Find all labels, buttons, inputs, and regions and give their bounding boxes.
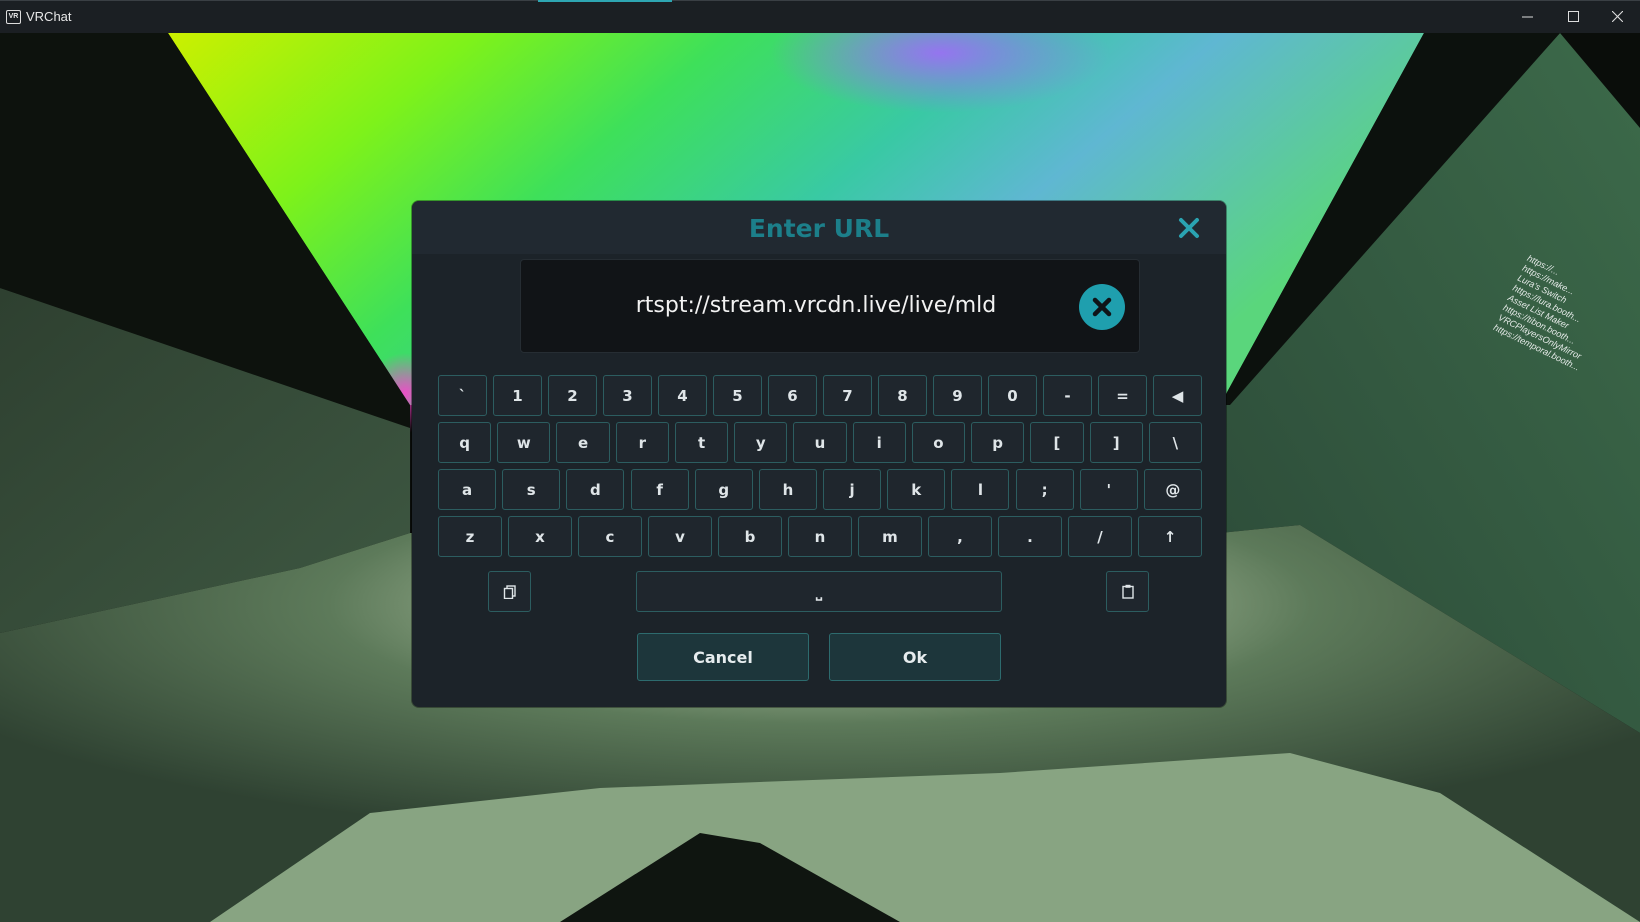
- dialog-title: Enter URL: [748, 214, 890, 243]
- key-p[interactable]: p: [971, 422, 1025, 463]
- key-d[interactable]: d: [566, 469, 625, 510]
- key-i[interactable]: i: [852, 422, 906, 463]
- key-backtick[interactable]: `: [438, 375, 487, 416]
- vrchat-icon: VR: [6, 10, 21, 24]
- key-apostrophe[interactable]: ': [1079, 469, 1138, 510]
- key-slash[interactable]: /: [1068, 516, 1132, 557]
- key-v[interactable]: v: [648, 516, 712, 557]
- copy-icon: [503, 584, 516, 599]
- maximize-icon: [1567, 11, 1579, 22]
- key-7[interactable]: 7: [823, 375, 872, 416]
- key-backslash[interactable]: \: [1148, 422, 1202, 463]
- key-z[interactable]: z: [438, 516, 502, 557]
- key-8[interactable]: 8: [878, 375, 927, 416]
- key-c[interactable]: c: [578, 516, 642, 557]
- key-n[interactable]: n: [788, 516, 852, 557]
- key-shift[interactable]: ↑: [1138, 516, 1202, 557]
- key-u[interactable]: u: [793, 422, 847, 463]
- key-f[interactable]: f: [630, 469, 689, 510]
- key-9[interactable]: 9: [933, 375, 982, 416]
- enter-url-dialog: Enter URL rtspt://stream.vrcdn.live/live…: [412, 201, 1226, 707]
- key-at[interactable]: @: [1143, 469, 1202, 510]
- key-x[interactable]: x: [508, 516, 572, 557]
- space-key[interactable]: ⎵: [636, 571, 1002, 612]
- key-k[interactable]: k: [887, 469, 946, 510]
- key-semicolon[interactable]: ;: [1015, 469, 1074, 510]
- key-l[interactable]: l: [951, 469, 1010, 510]
- key-right-bracket[interactable]: ]: [1089, 422, 1143, 463]
- close-icon: [1179, 218, 1199, 238]
- key-period[interactable]: .: [998, 516, 1062, 557]
- cancel-button[interactable]: Cancel: [637, 633, 809, 681]
- key-y[interactable]: y: [734, 422, 788, 463]
- key-o[interactable]: o: [911, 422, 966, 463]
- window-titlebar: VR VRChat: [0, 0, 1640, 33]
- copy-button[interactable]: [488, 571, 531, 612]
- key-0[interactable]: 0: [988, 375, 1037, 416]
- key-left-bracket[interactable]: [: [1030, 422, 1084, 463]
- key-4[interactable]: 4: [658, 375, 707, 416]
- key-r[interactable]: r: [615, 422, 669, 463]
- key-q[interactable]: q: [438, 422, 492, 463]
- key-h[interactable]: h: [758, 469, 817, 510]
- key-j[interactable]: j: [823, 469, 882, 510]
- key-a[interactable]: a: [438, 469, 497, 510]
- key-s[interactable]: s: [502, 469, 561, 510]
- key-minus[interactable]: -: [1043, 375, 1092, 416]
- key-comma[interactable]: ,: [928, 516, 992, 557]
- maximize-button[interactable]: [1550, 0, 1596, 33]
- clear-input-button[interactable]: [1079, 284, 1125, 330]
- key-w[interactable]: w: [497, 422, 551, 463]
- key-t[interactable]: t: [674, 422, 729, 463]
- clear-circle-icon: [1092, 297, 1112, 317]
- key-backspace[interactable]: ◀: [1153, 375, 1202, 416]
- window-close-button[interactable]: [1594, 0, 1640, 33]
- key-e[interactable]: e: [556, 422, 610, 463]
- close-icon: [1611, 11, 1623, 22]
- ok-button[interactable]: Ok: [829, 633, 1001, 681]
- key-5[interactable]: 5: [713, 375, 762, 416]
- key-m[interactable]: m: [858, 516, 922, 557]
- key-g[interactable]: g: [694, 469, 753, 510]
- url-input-field[interactable]: rtspt://stream.vrcdn.live/live/mld: [520, 259, 1140, 353]
- minimize-icon: [1521, 16, 1533, 18]
- window-title: VRChat: [26, 9, 72, 24]
- key-2[interactable]: 2: [548, 375, 597, 416]
- url-input-value[interactable]: rtspt://stream.vrcdn.live/live/mld: [521, 293, 1111, 318]
- key-equals[interactable]: =: [1098, 375, 1147, 416]
- key-1[interactable]: 1: [493, 375, 542, 416]
- key-6[interactable]: 6: [768, 375, 817, 416]
- dialog-close-button[interactable]: [1176, 215, 1202, 241]
- loading-indicator: [538, 0, 672, 2]
- titlebar-top-line: [0, 0, 1640, 1]
- paste-icon: [1121, 584, 1134, 599]
- paste-button[interactable]: [1106, 571, 1149, 612]
- key-3[interactable]: 3: [603, 375, 652, 416]
- minimize-button[interactable]: [1504, 0, 1550, 33]
- key-b[interactable]: b: [718, 516, 782, 557]
